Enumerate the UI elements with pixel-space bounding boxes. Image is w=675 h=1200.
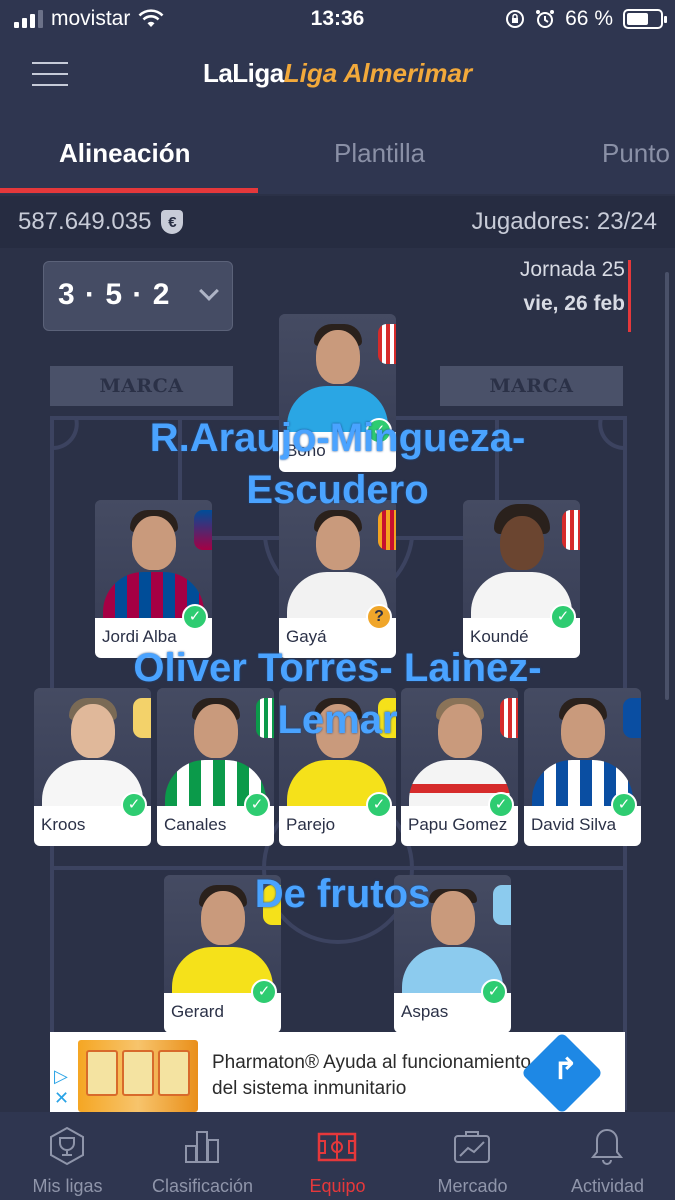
rotation-lock-icon (506, 10, 525, 28)
club-crest-icon (378, 510, 396, 550)
overlay-forward-text: De frutos (0, 868, 675, 920)
ad-close-icon[interactable]: ✕ (54, 1088, 69, 1109)
app-title: LaLigaLiga Almerimar (0, 58, 675, 89)
budget-amount: 587.649.035 (18, 208, 152, 235)
overlay-midfield-line2: Lemar (277, 698, 398, 742)
check-icon: ✓ (251, 979, 277, 1005)
ad-product-image (78, 1040, 198, 1112)
brand-logo: LaLiga (202, 58, 284, 88)
check-icon: ✓ (121, 792, 147, 818)
pitch-icon (317, 1132, 357, 1162)
tab-plantilla[interactable]: Plantilla (334, 138, 425, 169)
app-header: LaLigaLiga Almerimar (0, 40, 675, 112)
nav-label: Mis ligas (32, 1176, 103, 1196)
check-icon: ✓ (611, 792, 637, 818)
player-photo (279, 500, 396, 618)
check-icon: ✓ (182, 604, 208, 630)
club-crest-icon (378, 324, 396, 364)
status-right: 66 % (505, 7, 667, 31)
check-icon: ✓ (481, 979, 507, 1005)
tab-alineacion[interactable]: Alineación (59, 138, 190, 169)
overlay-midfield-line1: Oliver Torres- Lainez- (133, 646, 542, 690)
player-photo (463, 500, 580, 618)
nav-mis-ligas[interactable]: Mis ligas (0, 1112, 135, 1200)
nav-label: Clasificación (151, 1176, 254, 1196)
active-tab-indicator (0, 188, 258, 193)
league-name[interactable]: Liga Almerimar (284, 58, 472, 88)
nav-label: Equipo (309, 1176, 366, 1196)
budget-row: 587.649.035 € Jugadores: 23/24 (0, 196, 675, 248)
formation-value: 3 · 5 · 2 (58, 278, 171, 311)
nav-equipo[interactable]: Equipo (270, 1112, 405, 1200)
question-icon: ? (366, 604, 392, 630)
overlay-forward-line1: De frutos (254, 872, 431, 916)
ad-arrow-icon: ↱ (552, 1053, 578, 1086)
bar-chart-icon (185, 1131, 219, 1163)
nav-clasificacion[interactable]: Clasificación (135, 1112, 270, 1200)
bottom-nav: Mis ligas Clasificación Equipo Mercado A… (0, 1112, 675, 1200)
player-card-kounde[interactable]: Koundé ✓ (463, 500, 580, 658)
overlay-defense-line2: Escudero (246, 468, 429, 512)
battery-icon (623, 9, 667, 29)
euro-badge-icon: € (161, 210, 184, 234)
formation-selector[interactable]: 3 · 5 · 2 (43, 261, 233, 331)
ad-text-line2: del sistema inmunitario (212, 1077, 407, 1099)
nav-actividad[interactable]: Actividad (540, 1112, 675, 1200)
ad-text: Pharmaton® Ayuda al funcionamiento del s… (212, 1050, 531, 1101)
chevron-down-icon (199, 281, 219, 301)
ad-banner[interactable]: ▷ ✕ Pharmaton® Ayuda al funcionamiento d… (50, 1032, 625, 1112)
check-icon: ✓ (550, 604, 576, 630)
overlay-defense-line1: R.Araujo-Mingueza- (149, 416, 526, 460)
nav-label: Mercado (437, 1176, 508, 1196)
nav-mercado[interactable]: Mercado (405, 1112, 540, 1200)
trophy-icon (50, 1126, 84, 1166)
sponsor-banner-left: MARCA (50, 366, 233, 406)
check-icon: ✓ (244, 792, 270, 818)
overlay-defense-text: R.Araujo-Mingueza- Escudero (0, 412, 675, 516)
ad-choices-icon[interactable]: ▷ (54, 1066, 68, 1087)
club-crest-icon (194, 510, 212, 550)
check-icon: ✓ (488, 792, 514, 818)
tab-bar: Alineación Plantilla Punto (0, 112, 675, 194)
jornada-label: Jornada 25 (519, 258, 625, 281)
tab-puntos[interactable]: Punto (602, 138, 670, 169)
player-photo (95, 500, 212, 618)
ad-text-line1: Pharmaton® Ayuda al funcionamiento (212, 1052, 531, 1073)
budget: 587.649.035 € (18, 208, 184, 236)
players-count: Jugadores: 23/24 (471, 208, 657, 235)
market-icon (454, 1131, 490, 1163)
pitch-area: 3 · 5 · 2 Jornada 25 vie, 26 feb MARCA M… (0, 248, 675, 1110)
nav-label: Actividad (570, 1176, 645, 1196)
sponsor-banner-right: MARCA (440, 366, 623, 406)
bell-icon (590, 1128, 624, 1165)
player-card-gaya[interactable]: Gayá ? (279, 500, 396, 658)
battery-percent: 66 % (565, 7, 613, 30)
alarm-icon (536, 10, 555, 28)
check-icon: ✓ (366, 792, 392, 818)
player-card-jordi-alba[interactable]: Jordi Alba ✓ (95, 500, 212, 658)
club-crest-icon (562, 510, 580, 550)
jornada-date: vie, 26 feb (523, 292, 625, 315)
jornada-accent-bar (628, 260, 631, 332)
status-bar: movistar 13:36 66 % (0, 0, 675, 40)
jornada-info: Jornada 25 vie, 26 feb (520, 258, 625, 316)
overlay-midfield-text: Oliver Torres- Lainez- Lemar (0, 642, 675, 746)
